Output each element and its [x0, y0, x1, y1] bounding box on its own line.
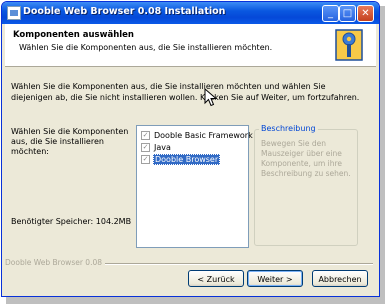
- wizard-header: Komponenten auswählen Wählen Sie die Kom…: [5, 24, 376, 67]
- maximize-button[interactable]: □: [339, 5, 356, 22]
- branding-text: Dooble Web Browser 0.08: [5, 258, 103, 267]
- checkbox[interactable]: ✓: [141, 143, 150, 152]
- mouse-cursor-icon: [204, 88, 217, 107]
- description-group: Beschreibung Bewegen Sie den Mauszeiger …: [254, 124, 358, 246]
- description-text: Bewegen Sie den Mauszeiger über eine Kom…: [261, 139, 351, 178]
- tree-item-label: Dooble Basic Framework: [154, 131, 253, 140]
- checkbox[interactable]: ✓: [141, 155, 150, 164]
- installer-logo-icon: [335, 29, 363, 61]
- components-tree[interactable]: ✓ Dooble Basic Framework ✓ Java ✓ Dooble…: [136, 125, 253, 248]
- installer-app-icon: [7, 6, 21, 20]
- back-button[interactable]: < Zurück: [188, 270, 244, 287]
- tree-item-label-selected: Dooble Browser: [153, 154, 221, 165]
- close-button[interactable]: ✕: [357, 5, 374, 22]
- page-subtitle: Wählen Sie die Komponenten aus, die Sie …: [19, 43, 273, 52]
- checkbox[interactable]: ✓: [141, 131, 150, 140]
- tree-item[interactable]: ✓ Dooble Browser: [141, 154, 221, 165]
- next-button[interactable]: Weiter >: [247, 270, 303, 287]
- page-title: Komponenten auswählen: [13, 30, 134, 40]
- tree-item[interactable]: ✓ Dooble Basic Framework: [141, 130, 254, 141]
- installer-window: Dooble Web Browser 0.08 Installation _ □…: [1, 1, 380, 297]
- description-title: Beschreibung: [259, 124, 318, 133]
- intro-text: Wählen Sie die Komponenten aus, die Sie …: [11, 82, 360, 102]
- tree-item-label: Java: [154, 143, 171, 152]
- cancel-button[interactable]: Abbrechen: [312, 270, 368, 287]
- branding-divider: [105, 263, 373, 265]
- minimize-button[interactable]: _: [322, 5, 339, 22]
- tree-item[interactable]: ✓ Java: [141, 142, 172, 153]
- window-title: Dooble Web Browser 0.08 Installation: [23, 6, 226, 17]
- required-space-text: Benötigter Speicher: 104.2MB: [11, 217, 132, 226]
- title-bar[interactable]: Dooble Web Browser 0.08 Installation _ □…: [2, 2, 379, 24]
- components-label: Wählen Sie die Komponenten aus, die Sie …: [11, 127, 129, 156]
